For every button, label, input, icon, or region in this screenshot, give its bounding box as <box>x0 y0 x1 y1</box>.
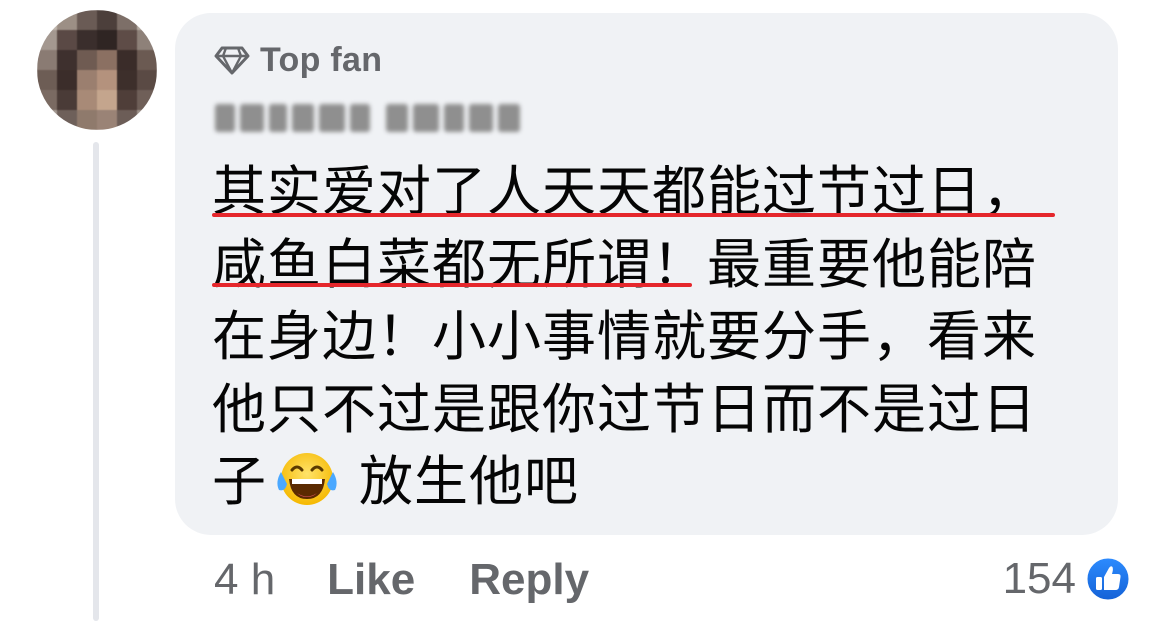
like-button[interactable]: Like <box>327 555 415 605</box>
comment-timestamp[interactable]: 4 h <box>214 555 275 605</box>
commenter-avatar[interactable] <box>37 10 157 130</box>
avatar-pixelated-image <box>37 10 157 130</box>
diamond-icon <box>214 46 250 75</box>
author-name-blurred[interactable] <box>215 97 527 139</box>
reactions-summary[interactable]: 154 <box>1003 551 1132 607</box>
red-underline-annotation <box>212 213 1055 217</box>
comment-line-2: 咸鱼白菜都无所谓！最重要他能陪 <box>212 232 1037 296</box>
comment-actions: 4 h Like Reply <box>214 552 589 608</box>
comment-line-5-end: 放生他吧 <box>359 450 579 513</box>
laughing-tears-emoji <box>277 453 337 505</box>
reply-thread-line <box>93 142 99 621</box>
thumbs-up-icon <box>1084 555 1132 603</box>
badge-label: Top fan <box>260 40 383 79</box>
red-underline-annotation <box>212 283 692 287</box>
comment-line-1: 其实爱对了人天天都能过节过日， <box>212 160 1037 223</box>
comment-text: 其实爱对了人天天都能过节过日， 咸鱼白菜都无所谓！最重要他能陪 在身边！小小事情… <box>212 156 1092 519</box>
comment-line-5: 子 放生他吧 <box>212 446 1092 519</box>
reply-button[interactable]: Reply <box>469 555 589 605</box>
reaction-count: 154 <box>1002 554 1076 603</box>
top-fan-badge[interactable]: Top fan <box>214 40 382 80</box>
comment-line-4: 他只不过是跟你过节日而不是过日 <box>212 377 1037 441</box>
comment-line-5-start: 子 <box>212 450 267 513</box>
comment-line-3: 在身边！小小事情就要分手，看来 <box>212 305 1037 368</box>
